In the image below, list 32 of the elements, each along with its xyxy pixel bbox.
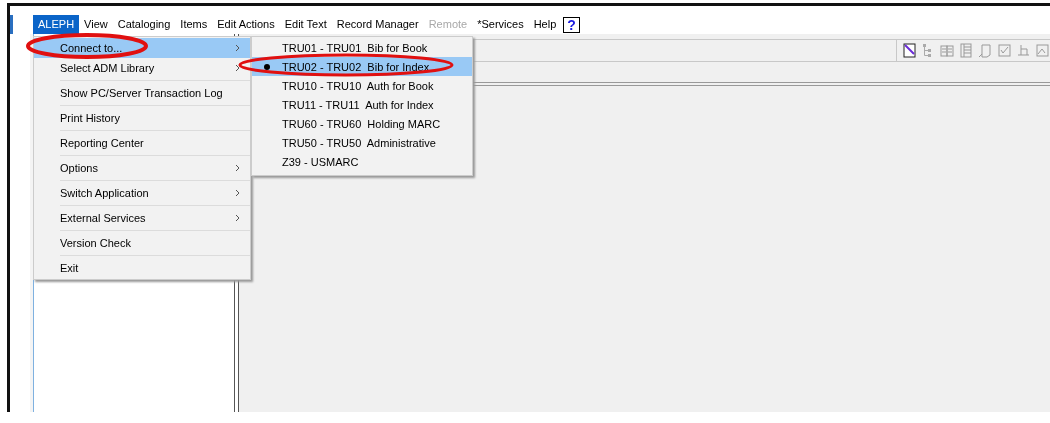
submenu-item[interactable]: TRU10 - TRU10 Auth for Book <box>252 76 472 95</box>
notepad-icon[interactable] <box>902 43 917 58</box>
submenu-item[interactable]: TRU11 - TRU11 Auth for Index <box>252 95 472 114</box>
menu-bar-item[interactable]: Edit Text <box>279 15 332 34</box>
menu-item[interactable]: Switch Application <box>34 183 250 203</box>
menu-item[interactable]: Reporting Center <box>34 133 250 153</box>
menu-item[interactable]: Print History <box>34 108 250 128</box>
menu-bar-item[interactable]: Items <box>175 15 213 34</box>
bracket-icon[interactable] <box>1016 43 1031 58</box>
image-icon[interactable] <box>1035 43 1050 58</box>
menu-item[interactable]: Show PC/Server Transaction Log <box>34 83 250 103</box>
list-icon[interactable] <box>959 43 974 58</box>
menu-bar-item[interactable]: *Services <box>472 15 529 34</box>
book-icon[interactable] <box>940 43 955 58</box>
menu-bar-item[interactable]: Edit Actions <box>212 15 280 34</box>
menu-bar-item[interactable]: View <box>79 15 113 34</box>
submenu-item[interactable]: TRU60 - TRU60 Holding MARC <box>252 114 472 133</box>
menu-item[interactable]: Select ADM Library <box>34 58 250 78</box>
help-button[interactable]: ? <box>563 16 580 33</box>
menu-bar-item[interactable]: Record Manager <box>331 15 424 34</box>
submenu-item[interactable]: Z39 - USMARC <box>252 152 472 171</box>
menu-item[interactable]: Exit <box>34 258 250 278</box>
menu-bar-item[interactable]: Cataloging <box>112 15 176 34</box>
checkbox-icon[interactable] <box>997 43 1012 58</box>
menu-item[interactable]: Version Check <box>34 233 250 253</box>
menu-bar-item[interactable]: ALEPH <box>33 15 80 34</box>
submenu-item[interactable]: TRU50 - TRU50 Administrative <box>252 133 472 152</box>
page-icon[interactable] <box>978 43 993 58</box>
menu-item[interactable]: External Services <box>34 208 250 228</box>
submenu-item[interactable]: TRU01 - TRU01 Bib for Book <box>252 38 472 57</box>
menu-bar-item[interactable]: Help <box>528 15 562 34</box>
menu-item[interactable]: Options <box>34 158 250 178</box>
